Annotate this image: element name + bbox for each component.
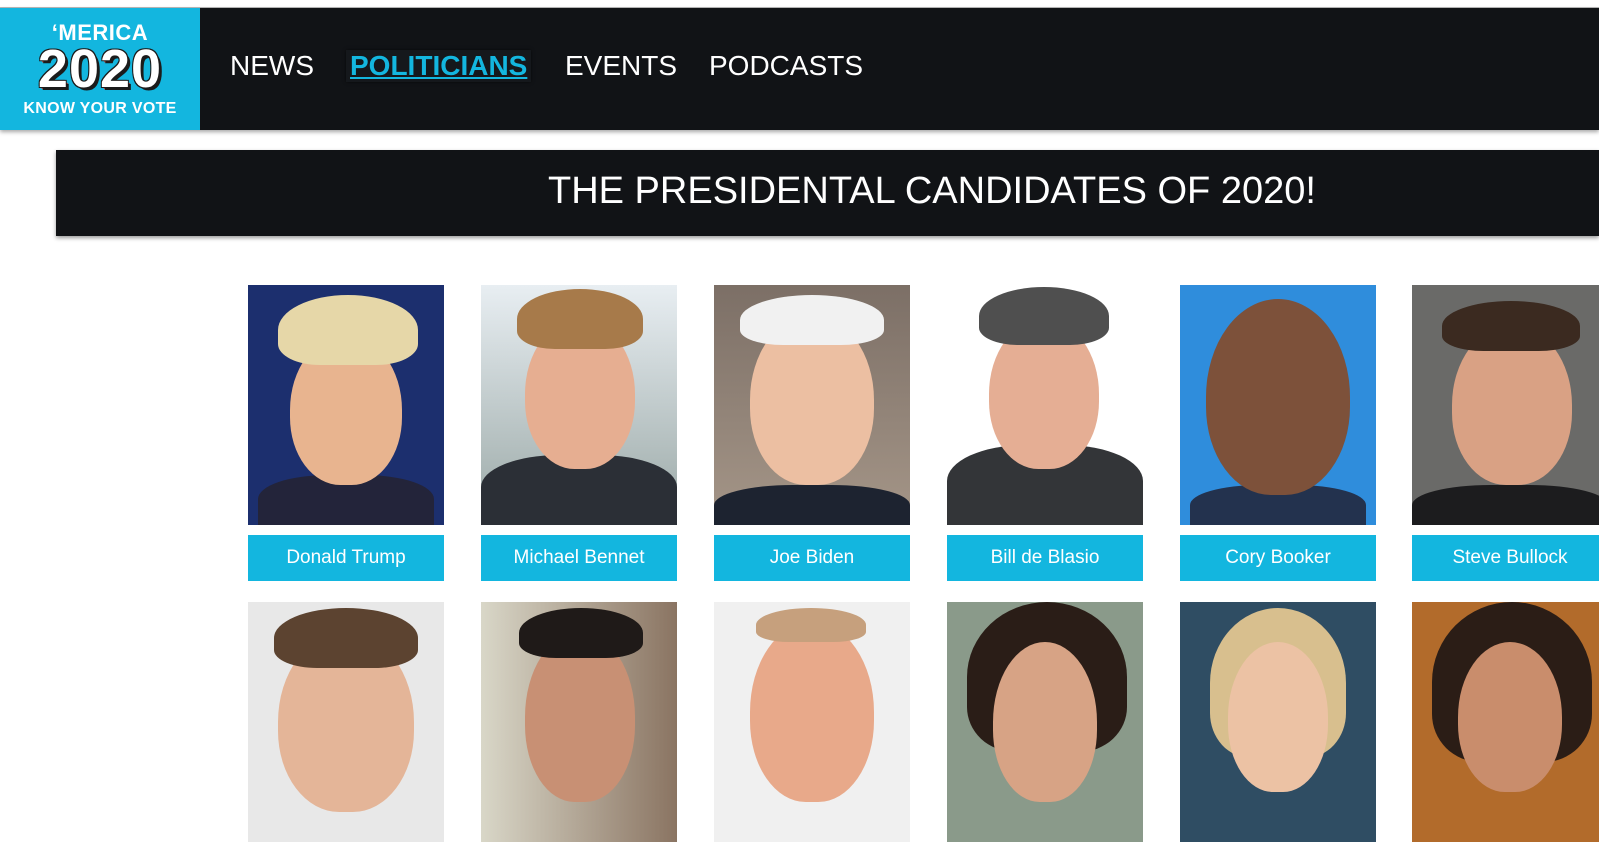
logo-line-tagline: KNOW YOUR VOTE [23, 100, 177, 117]
candidate-name-button[interactable]: Donald Trump [248, 535, 444, 581]
candidate-photo[interactable] [481, 285, 677, 525]
candidate-name-button[interactable]: Steve Bullock [1412, 535, 1599, 581]
candidate-photo[interactable] [714, 285, 910, 525]
candidate-photo[interactable] [1180, 602, 1376, 842]
candidate-photo[interactable] [714, 602, 910, 842]
page-title: THE PRESIDENTAL CANDIDATES OF 2020! [548, 170, 1316, 212]
candidate-name-button[interactable]: Cory Booker [1180, 535, 1376, 581]
candidate-photo[interactable] [248, 285, 444, 525]
logo-line-year: 2020 [37, 39, 163, 99]
nav-link-news[interactable]: NEWS [230, 50, 314, 82]
candidate-photo[interactable] [947, 285, 1143, 525]
site-logo[interactable]: ‘MERICA 2020 KNOW YOUR VOTE [0, 8, 200, 130]
browser-top-edge [0, 0, 1599, 8]
candidate-name-button[interactable]: Joe Biden [714, 535, 910, 581]
candidate-photo[interactable] [248, 602, 444, 842]
site-navbar: ‘MERICA 2020 KNOW YOUR VOTE NEWS POLITIC… [0, 8, 1599, 130]
candidate-photo[interactable] [1180, 285, 1376, 525]
candidate-photo[interactable] [1412, 285, 1599, 525]
page-banner: THE PRESIDENTAL CANDIDATES OF 2020! [56, 150, 1599, 236]
nav-link-podcasts[interactable]: PODCASTS [709, 50, 863, 82]
candidate-photo[interactable] [481, 602, 677, 842]
candidate-name-button[interactable]: Michael Bennet [481, 535, 677, 581]
nav-link-events[interactable]: EVENTS [565, 50, 677, 82]
nav-link-politicians[interactable]: POLITICIANS [346, 50, 532, 82]
candidate-name-button[interactable]: Bill de Blasio [947, 535, 1143, 581]
candidate-photo[interactable] [1412, 602, 1599, 842]
candidate-photo[interactable] [947, 602, 1143, 842]
